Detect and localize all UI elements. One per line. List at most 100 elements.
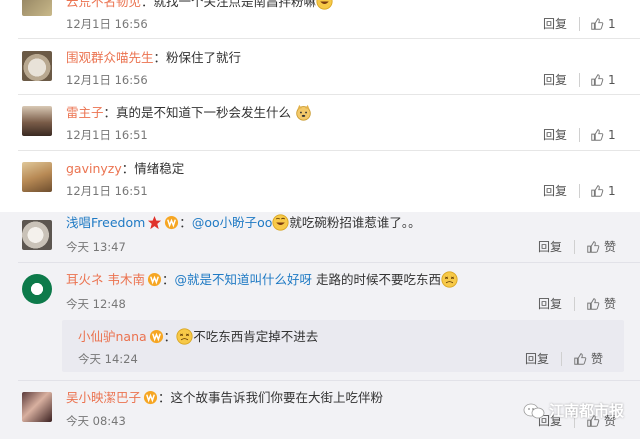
colon: ： <box>161 272 175 287</box>
like-count: 1 <box>608 17 616 31</box>
comment-time: 今天 14:24 <box>78 352 138 366</box>
action-divider <box>579 128 580 142</box>
colon: ： <box>179 215 192 230</box>
laugh-emoji-icon <box>316 0 333 10</box>
like-count: 1 <box>608 184 616 198</box>
divider <box>18 38 640 39</box>
colon: ： <box>153 50 167 65</box>
comment-line: 吴小映潔巴子 ：这个故事告诉我们你要在大街上吃伴粉 <box>66 389 383 407</box>
comment-time: 12月1日 16:56 <box>66 73 148 87</box>
wechat-icon <box>523 403 545 418</box>
reply-button[interactable]: 回复 <box>538 296 562 312</box>
reply-button[interactable]: 回复 <box>525 351 549 367</box>
action-divider <box>574 240 575 254</box>
avatar[interactable] <box>22 0 52 16</box>
comment-time: 今天 13:47 <box>66 240 126 254</box>
avatar[interactable] <box>22 274 52 304</box>
reply-button[interactable]: 回复 <box>543 183 567 199</box>
comment-time: 12月1日 16:51 <box>66 128 148 142</box>
dizzy-emoji-icon <box>441 271 458 288</box>
like-label: 赞 <box>604 297 617 311</box>
like-button[interactable]: 赞 <box>573 351 603 367</box>
member-badge-icon <box>143 390 158 405</box>
reply-button[interactable]: 回复 <box>543 127 567 143</box>
avatar[interactable] <box>22 220 52 250</box>
like-button[interactable]: 赞 <box>586 239 616 255</box>
like-label: 赞 <box>604 240 617 254</box>
star-badge-icon <box>148 215 162 230</box>
mention-link[interactable]: @oo小盼子oo <box>192 215 273 230</box>
colon: ： <box>141 0 154 9</box>
colon: ： <box>158 390 171 405</box>
action-divider <box>574 297 575 311</box>
divider <box>18 380 640 381</box>
like-button[interactable]: 1 <box>590 127 616 143</box>
comment-line: 浅唱Freedom ：@oo小盼子oo 就吃碗粉招谁惹谁了。。 <box>66 214 421 232</box>
watermark-text: 江南都市报 <box>548 402 624 420</box>
reply-button[interactable]: 回复 <box>543 16 567 32</box>
divider <box>18 150 640 151</box>
colon: ： <box>163 329 177 344</box>
member-badge-icon <box>147 272 162 287</box>
comment-text: 真的是不知道下一秒会发生什么 <box>116 105 292 120</box>
comment-text: 就吃碗粉招谁惹谁了。。 <box>289 215 421 230</box>
laugh-emoji-icon <box>272 214 289 231</box>
username-link[interactable]: 围观群众喵先生 <box>66 50 154 65</box>
reply-button[interactable]: 回复 <box>538 239 562 255</box>
like-count: 1 <box>608 128 616 142</box>
comment-time: 今天 12:48 <box>66 297 126 311</box>
thumbs-up-icon <box>591 18 604 30</box>
comment-line: 雷主子：真的是不知道下一秒会发生什么 <box>66 104 312 122</box>
comment-text: 情绪稳定 <box>134 161 185 176</box>
thumbs-up-icon <box>591 74 604 86</box>
username-link[interactable]: 吴小映潔巴子 <box>66 390 141 405</box>
divider <box>18 262 640 263</box>
thumbs-up-icon <box>587 241 600 253</box>
like-button[interactable]: 1 <box>590 72 616 88</box>
comment-line: 耳火ネ 韦木南 ：@就是不知道叫什么好呀 走路的时候不要吃东西 <box>66 271 458 289</box>
like-count: 1 <box>608 73 616 87</box>
avatar[interactable] <box>22 162 52 192</box>
comment-time: 12月1日 16:56 <box>66 17 148 31</box>
colon: ： <box>103 105 117 120</box>
thumbs-up-icon <box>574 353 587 365</box>
comment-time: 今天 08:43 <box>66 414 126 428</box>
action-divider <box>561 352 562 366</box>
doge-emoji-icon <box>296 104 311 121</box>
member-badge-icon <box>165 215 179 230</box>
avatar[interactable] <box>22 106 52 136</box>
comment-text: 这个故事告诉我们你要在大街上吃伴粉 <box>170 390 384 405</box>
username-link[interactable]: 浅唱Freedom <box>66 215 145 230</box>
comment-line: 云荒不名韧见：就找一个关注点是南昌拌粉嘛 <box>66 0 333 11</box>
username-link[interactable]: 小仙驴nana <box>78 329 147 344</box>
subreply-line: 小仙驴nana ： 不吃东西肯定掉不进去 <box>78 328 318 346</box>
action-divider <box>579 17 580 31</box>
dizzy-emoji-icon <box>176 328 193 345</box>
username-link[interactable]: 耳火ネ 韦木南 <box>66 272 145 287</box>
avatar[interactable] <box>22 392 52 422</box>
comment-text: 走路的时候不要吃东西 <box>316 272 442 287</box>
thumbs-up-icon <box>587 298 600 310</box>
comment-line: 围观群众喵先生：粉保住了就行 <box>66 49 241 67</box>
action-divider <box>579 184 580 198</box>
username-link[interactable]: 云荒不名韧见 <box>66 0 141 9</box>
comment-text: 不吃东西肯定掉不进去 <box>193 329 319 344</box>
username-link[interactable]: 雷主子 <box>66 105 104 120</box>
reply-button[interactable]: 回复 <box>543 72 567 88</box>
username-link[interactable]: gavinyzy <box>66 161 122 176</box>
member-badge-icon <box>149 329 163 344</box>
like-button[interactable]: 1 <box>590 16 616 32</box>
comment-line: gavinyzy：情绪稳定 <box>66 160 184 178</box>
divider <box>18 94 640 95</box>
like-button[interactable]: 1 <box>590 183 616 199</box>
avatar[interactable] <box>22 51 52 81</box>
like-label: 赞 <box>591 352 604 366</box>
like-button[interactable]: 赞 <box>586 296 616 312</box>
comment-time: 12月1日 16:51 <box>66 184 148 198</box>
mention-link[interactable]: @就是不知道叫什么好呀 <box>175 272 313 287</box>
comment-text: 粉保住了就行 <box>166 50 242 65</box>
thumbs-up-icon <box>591 129 604 141</box>
action-divider <box>579 73 580 87</box>
colon: ： <box>121 161 135 176</box>
thumbs-up-icon <box>591 185 604 197</box>
